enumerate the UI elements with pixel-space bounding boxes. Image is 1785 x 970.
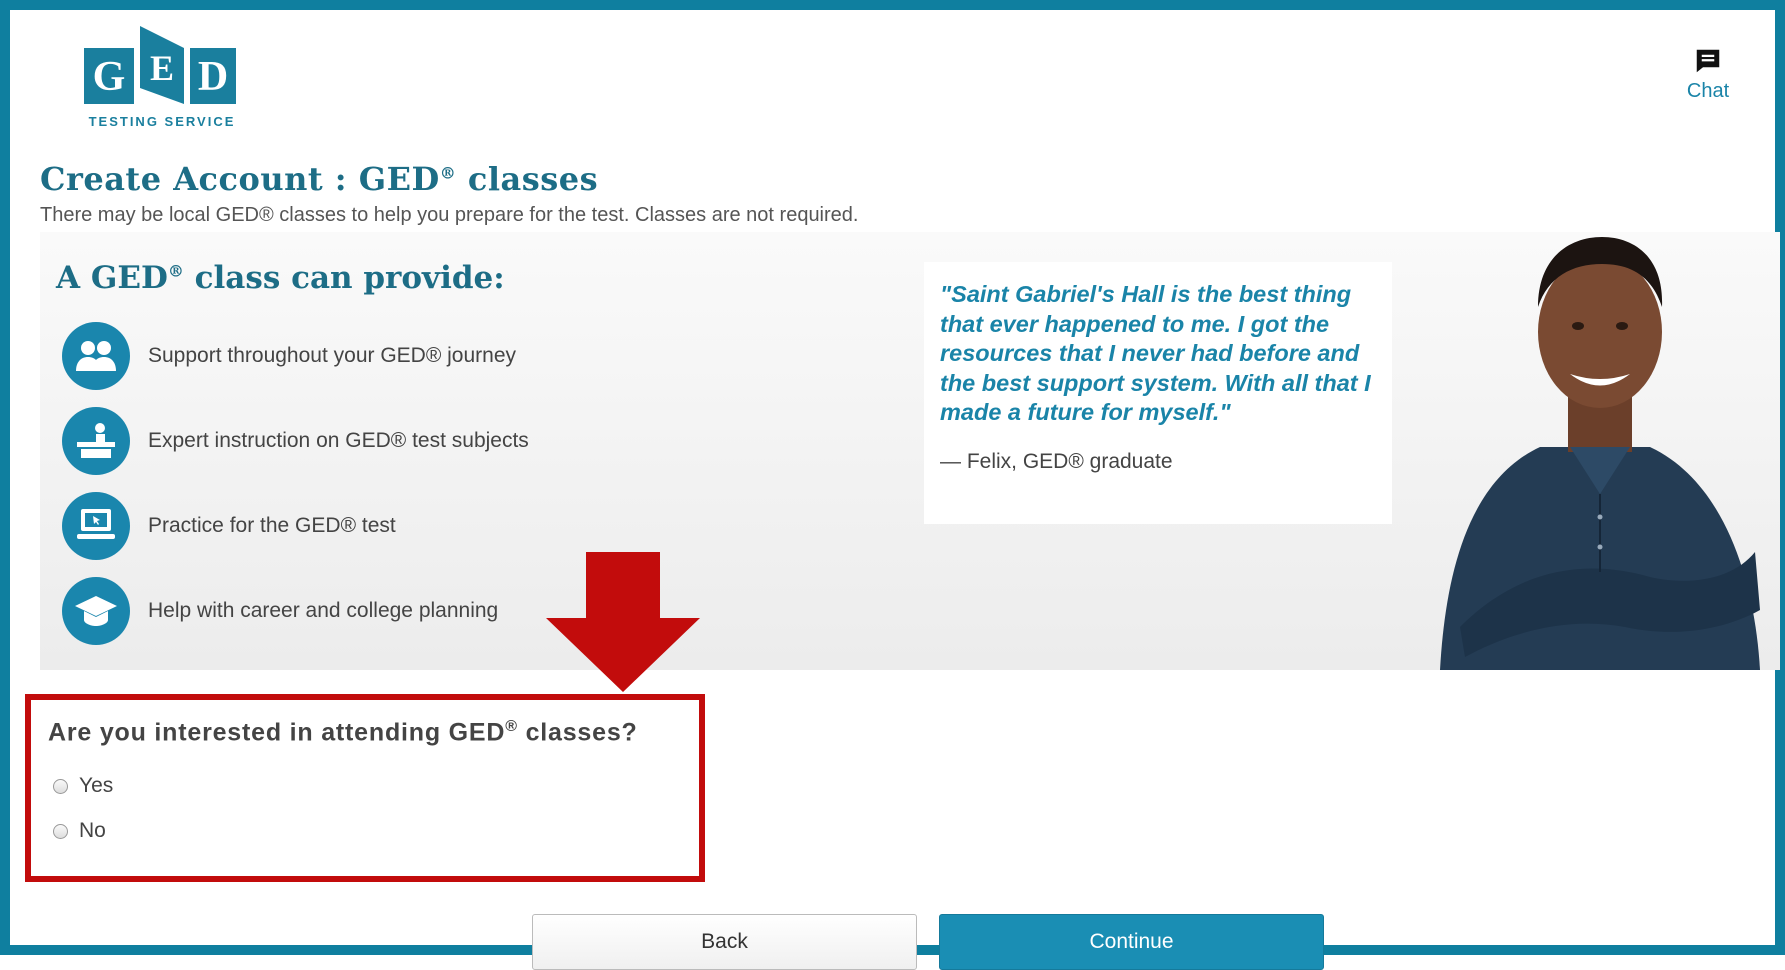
graduation-cap-icon: [62, 577, 130, 645]
computer-icon: [62, 492, 130, 560]
svg-text:D: D: [198, 54, 228, 100]
graduate-photo: [1420, 232, 1780, 670]
instructor-icon: [62, 407, 130, 475]
radio-no[interactable]: [53, 823, 68, 839]
radio-yes[interactable]: [53, 778, 68, 794]
question-label: Are you interested in attending GED® cla…: [48, 718, 638, 747]
continue-button[interactable]: Continue: [939, 914, 1324, 970]
testimonial-card: "Saint Gabriel's Hall is the best thing …: [924, 262, 1392, 524]
benefit-label: Practice for the GED® test: [148, 514, 396, 537]
radio-option-yes[interactable]: Yes: [53, 774, 113, 798]
benefits-panel: A GED® class can provide: Support throug…: [40, 232, 1780, 670]
page-frame: G E D TESTING SERVICE Chat Create Accoun…: [0, 0, 1785, 970]
page-title: Create Account : GED® classes: [40, 160, 599, 198]
svg-text:E: E: [150, 48, 174, 88]
panel-heading: A GED® class can provide:: [56, 260, 505, 296]
classes-question-box: Are you interested in attending GED® cla…: [25, 694, 705, 882]
chat-icon: [1673, 46, 1743, 76]
benefit-item: Practice for the GED® test: [62, 490, 396, 562]
radio-no-label: No: [79, 819, 106, 842]
group-icon: [62, 322, 130, 390]
benefit-label: Support throughout your GED® journey: [148, 344, 517, 367]
page-subtitle: There may be local GED® classes to help …: [40, 204, 859, 226]
benefit-item: Support throughout your GED® journey: [62, 320, 516, 392]
red-arrow-annotation: [546, 552, 700, 692]
svg-text:TESTING SERVICE: TESTING SERVICE: [89, 114, 236, 129]
benefit-label: Help with career and college planning: [148, 599, 499, 622]
benefit-label: Expert instruction on GED® test subjects: [148, 429, 529, 452]
radio-yes-label: Yes: [79, 774, 114, 797]
back-button[interactable]: Back: [532, 914, 917, 970]
benefit-item: Help with career and college planning: [62, 575, 498, 647]
ged-logo: G E D TESTING SERVICE: [82, 26, 272, 131]
benefit-item: Expert instruction on GED® test subjects: [62, 405, 529, 477]
testimonial-quote: "Saint Gabriel's Hall is the best thing …: [940, 281, 1371, 425]
svg-text:G: G: [93, 54, 126, 100]
testimonial-attribution: — Felix, GED® graduate: [940, 449, 1173, 473]
chat-label: Chat: [1686, 80, 1730, 102]
radio-option-no[interactable]: No: [53, 819, 106, 843]
chat-button[interactable]: Chat: [1673, 46, 1743, 103]
